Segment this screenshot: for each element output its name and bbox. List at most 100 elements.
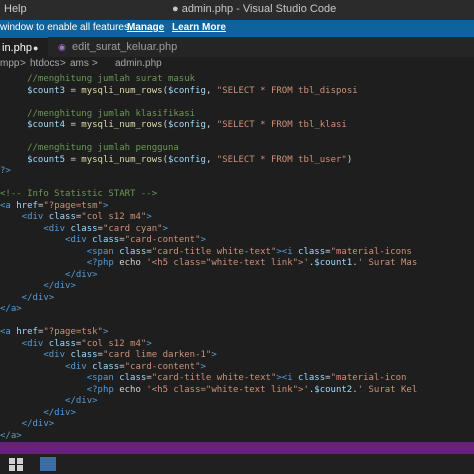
code-token: href bbox=[10, 200, 38, 211]
code-token: class bbox=[86, 361, 120, 372]
tab-admin-php[interactable]: in.php ● bbox=[0, 37, 48, 57]
code-token: mysqli_num_rows bbox=[81, 85, 163, 96]
code-line[interactable]: </div> bbox=[0, 418, 55, 430]
code-token: "SELECT * FROM tbl_klasi bbox=[216, 120, 347, 130]
code-token: > bbox=[200, 361, 206, 372]
code-token: <a bbox=[0, 200, 11, 211]
code-token: <div bbox=[0, 361, 87, 372]
code-line[interactable]: <!-- Info Statistic START --> bbox=[0, 188, 157, 200]
code-token: ' Surat Mas bbox=[357, 258, 418, 268]
code-token: $config bbox=[168, 154, 206, 165]
code-line[interactable]: //menghitung jumlah klasifikasi bbox=[0, 108, 195, 120]
code-token: "card-content" bbox=[124, 235, 201, 245]
code-token: <div bbox=[0, 212, 44, 222]
code-token: mysqli_num_rows bbox=[81, 120, 163, 130]
code-token: , bbox=[205, 85, 217, 96]
code-token: "SELECT * FROM tbl_disposi bbox=[216, 85, 358, 96]
breadcrumb-segment[interactable]: htdocs bbox=[30, 58, 59, 69]
code-line[interactable]: <div class="card-content"> bbox=[0, 234, 206, 246]
code-line[interactable]: <span class="card-title white-text"><i c… bbox=[0, 246, 412, 258]
code-line[interactable]: </div> bbox=[0, 395, 98, 407]
title-bar: Help ● admin.php - Visual Studio Code bbox=[0, 0, 474, 20]
code-line[interactable]: <div class="col s12 m4"> bbox=[0, 211, 152, 223]
code-token: > bbox=[200, 235, 206, 245]
code-token: </div> bbox=[0, 292, 55, 303]
code-token: > bbox=[162, 223, 168, 234]
code-line[interactable]: <span class="card-title white-text"><i c… bbox=[0, 372, 407, 384]
code-token: "SELECT * FROM tbl_user" bbox=[216, 154, 347, 165]
tab-label: in.php bbox=[2, 42, 32, 54]
learn-more-link[interactable]: Learn More bbox=[172, 22, 226, 33]
chevron-right-icon: > bbox=[20, 58, 26, 69]
code-token: //menghitung jumlah pengguna bbox=[0, 143, 179, 153]
code-token: $count4 bbox=[0, 120, 66, 130]
code-editor[interactable]: //menghitung jumlah surat masuk $count3 … bbox=[0, 71, 474, 442]
windows-start-icon[interactable] bbox=[8, 457, 24, 471]
code-line[interactable]: </div> bbox=[0, 280, 76, 292]
chevron-right-icon: > bbox=[60, 58, 66, 69]
code-line[interactable]: //menghitung jumlah surat masuk bbox=[0, 73, 195, 85]
code-token: echo bbox=[113, 384, 147, 395]
unsaved-dot-icon[interactable]: ● bbox=[33, 38, 38, 58]
code-line[interactable]: ?> bbox=[0, 165, 11, 177]
code-token: = bbox=[65, 120, 82, 130]
code-token: <div bbox=[0, 350, 66, 360]
code-token: > bbox=[102, 327, 109, 337]
code-line[interactable]: <?php echo '<h5 class="white-text link">… bbox=[0, 384, 418, 396]
code-line[interactable]: <div class="card cyan"> bbox=[0, 223, 168, 235]
code-token: "col s12 m4" bbox=[81, 212, 147, 222]
code-token: <a bbox=[0, 327, 11, 337]
code-token: href bbox=[10, 327, 38, 337]
code-line[interactable]: <a href="?page=tsk"> bbox=[0, 326, 108, 338]
code-line[interactable]: $count3 = mysqli_num_rows($config, "SELE… bbox=[0, 85, 358, 97]
code-line[interactable]: </a> bbox=[0, 303, 22, 315]
code-line[interactable]: <a href="?page=tsm"> bbox=[0, 200, 108, 212]
code-token: </div> bbox=[0, 419, 55, 429]
code-token: ' Surat Kel bbox=[357, 384, 418, 395]
code-token: $count3 bbox=[0, 85, 66, 96]
manage-link[interactable]: Manage bbox=[127, 22, 164, 33]
code-token: "material-icons bbox=[330, 246, 412, 257]
breadcrumb-segment[interactable]: mpp bbox=[0, 58, 19, 69]
code-token: <div bbox=[0, 338, 44, 349]
code-token: "card-content" bbox=[124, 361, 201, 372]
code-line[interactable]: <div class="card lime darken-1"> bbox=[0, 349, 216, 361]
code-token: <span bbox=[0, 246, 114, 257]
code-line[interactable]: <div class="card-content"> bbox=[0, 361, 206, 373]
code-line[interactable]: </a> bbox=[0, 430, 22, 442]
php-file-icon: ◉ bbox=[58, 42, 66, 52]
tab-edit-surat-keluar[interactable]: ◉ edit_surat_keluar.php bbox=[48, 37, 178, 57]
code-line[interactable]: <div class="col s12 m4"> bbox=[0, 338, 152, 350]
breadcrumb: mpp > htdocs > ams > admin.php bbox=[0, 57, 474, 71]
menu-help[interactable]: Help bbox=[4, 3, 27, 15]
tab-label: edit_surat_keluar.php bbox=[72, 41, 178, 53]
app-icon[interactable] bbox=[40, 457, 56, 471]
code-line[interactable]: //menghitung jumlah pengguna bbox=[0, 142, 179, 154]
breadcrumb-segment[interactable]: ams bbox=[70, 58, 89, 69]
code-line[interactable]: <?php echo '<h5 class="white-text link">… bbox=[0, 257, 418, 269]
code-token: </div> bbox=[0, 281, 76, 291]
code-token: "?page=tsm" bbox=[43, 200, 103, 211]
code-token: class bbox=[65, 223, 98, 234]
taskbar bbox=[0, 454, 474, 474]
code-token: "card cyan" bbox=[102, 223, 163, 234]
code-token: '<h5 class="white-text link">' bbox=[146, 384, 309, 395]
code-token: = bbox=[65, 85, 82, 96]
code-token: "col s12 m4" bbox=[81, 338, 147, 349]
code-line[interactable]: $count5 = mysqli_num_rows($config, "SELE… bbox=[0, 154, 352, 166]
code-token: ?> bbox=[0, 166, 11, 176]
code-line[interactable]: </div> bbox=[0, 269, 98, 281]
code-token: "card-title white-text" bbox=[151, 373, 277, 383]
code-token: $count5 bbox=[0, 154, 66, 165]
code-line[interactable]: $count4 = mysqli_num_rows($config, "SELE… bbox=[0, 119, 347, 131]
code-token: = bbox=[65, 154, 82, 165]
breadcrumb-segment[interactable]: admin.php bbox=[115, 58, 162, 69]
code-token: class bbox=[43, 212, 76, 222]
status-bar bbox=[0, 442, 474, 454]
code-line[interactable]: </div> bbox=[0, 407, 76, 419]
code-line[interactable]: </div> bbox=[0, 292, 55, 304]
code-token: mysqli_num_rows bbox=[81, 154, 163, 165]
code-token: , bbox=[205, 120, 217, 130]
code-token: ) bbox=[346, 154, 353, 165]
code-token: ><i bbox=[276, 373, 293, 383]
